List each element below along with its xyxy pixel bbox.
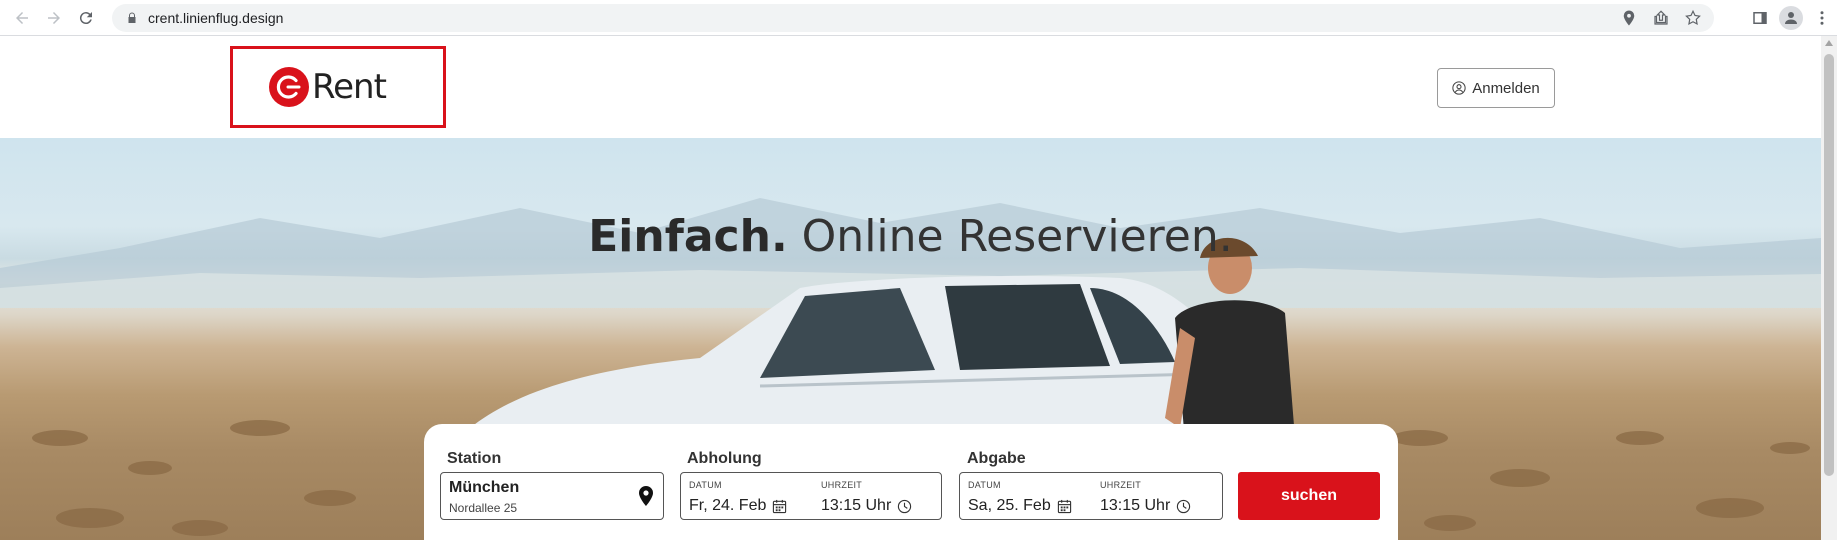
clock-icon bbox=[898, 499, 912, 513]
forward-button[interactable] bbox=[40, 4, 68, 32]
return-time[interactable]: 13:15 Uhr bbox=[1100, 497, 1191, 515]
arrow-right-icon bbox=[48, 12, 60, 24]
pickup-label: Abholung bbox=[687, 450, 762, 467]
return-time-label: UHRZEIT bbox=[1100, 480, 1142, 490]
reload-icon bbox=[79, 12, 92, 25]
return-date-value: Sa, 25. Feb bbox=[968, 497, 1051, 514]
return-datetime-field[interactable]: DATUM Sa, 25. Feb UHRZEIT 13:15 Uhr bbox=[959, 472, 1223, 520]
browser-toolbar: crent.linienflug.design bbox=[0, 0, 1837, 36]
url-text: crent.linienflug.design bbox=[148, 10, 284, 26]
arrow-left-icon bbox=[16, 12, 28, 24]
return-time-value: 13:15 Uhr bbox=[1100, 497, 1171, 514]
share-icon[interactable] bbox=[1652, 9, 1670, 27]
side-panel-icon[interactable] bbox=[1751, 9, 1769, 27]
pickup-date-label: DATUM bbox=[689, 480, 722, 490]
power-c-icon bbox=[276, 75, 301, 99]
clock-icon bbox=[1177, 499, 1191, 513]
station-name: München bbox=[449, 479, 520, 496]
booking-search-panel: Station München Nordallee 25 Abholung DA… bbox=[424, 424, 1398, 540]
pickup-date-value: Fr, 24. Feb bbox=[689, 497, 767, 514]
pickup-time-label: UHRZEIT bbox=[821, 480, 863, 490]
station-address: Nordallee 25 bbox=[449, 501, 518, 515]
pickup-date[interactable]: Fr, 24. Feb bbox=[689, 497, 787, 515]
calendar-icon bbox=[773, 499, 787, 513]
map-pin-icon bbox=[639, 486, 653, 506]
calendar-icon bbox=[1057, 499, 1071, 513]
login-label: Anmelden bbox=[1472, 79, 1540, 97]
pickup-time[interactable]: 13:15 Uhr bbox=[821, 497, 912, 515]
user-circle-icon bbox=[1452, 81, 1466, 95]
logo[interactable]: Rent bbox=[230, 46, 446, 128]
return-date-label: DATUM bbox=[968, 480, 1001, 490]
hero-title-light: Online Reservieren. bbox=[801, 211, 1233, 262]
station-select[interactable]: München Nordallee 25 bbox=[440, 472, 664, 520]
page-scrollbar[interactable] bbox=[1821, 36, 1837, 540]
station-label: Station bbox=[447, 450, 502, 467]
location-icon[interactable] bbox=[1620, 9, 1638, 27]
scroll-up-arrow[interactable] bbox=[1825, 40, 1833, 46]
profile-avatar[interactable] bbox=[1779, 6, 1803, 30]
lock-icon bbox=[128, 12, 136, 23]
pickup-datetime-field[interactable]: DATUM Fr, 24. Feb UHRZEIT 13:15 Uhr bbox=[680, 472, 942, 520]
hero-title-strong: Einfach. bbox=[588, 211, 788, 262]
back-button[interactable] bbox=[8, 4, 36, 32]
pickup-time-value: 13:15 Uhr bbox=[821, 497, 892, 514]
site-header: Rent Anmelden bbox=[0, 36, 1821, 138]
star-icon[interactable] bbox=[1684, 9, 1702, 27]
return-date[interactable]: Sa, 25. Feb bbox=[968, 497, 1072, 515]
more-vert-icon[interactable] bbox=[1813, 9, 1831, 27]
person-icon bbox=[1785, 12, 1797, 24]
hero-title: Einfach. Online Reservieren. bbox=[0, 211, 1821, 262]
reload-button[interactable] bbox=[72, 4, 100, 32]
return-label: Abgabe bbox=[967, 450, 1026, 467]
scroll-thumb[interactable] bbox=[1824, 54, 1834, 476]
logo-text: Rent bbox=[312, 67, 387, 107]
address-bar[interactable]: crent.linienflug.design bbox=[112, 4, 1714, 32]
search-button[interactable]: suchen bbox=[1238, 472, 1380, 520]
login-button[interactable]: Anmelden bbox=[1437, 68, 1555, 108]
logo-mark bbox=[269, 67, 309, 107]
